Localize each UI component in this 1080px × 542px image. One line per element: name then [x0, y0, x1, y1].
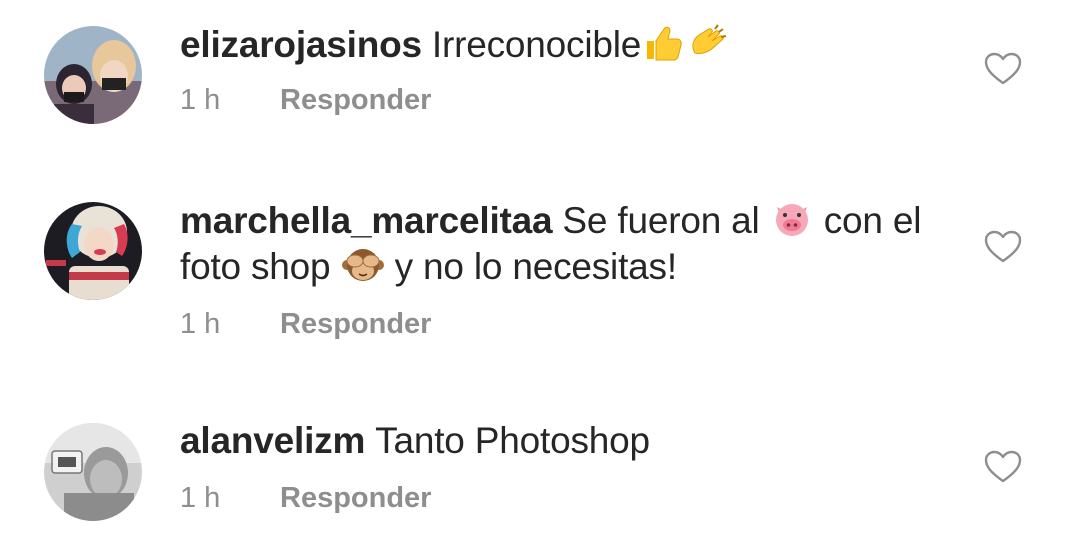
like-heart-icon[interactable]: [984, 52, 1022, 86]
comment-body: foto shop: [180, 246, 331, 287]
reply-button[interactable]: Responder: [280, 482, 431, 515]
like-heart-icon[interactable]: [984, 230, 1022, 264]
timestamp: 1 h: [180, 308, 221, 340]
comment-body: Irreconocible: [431, 24, 642, 65]
username-link[interactable]: alanvelizm: [180, 420, 365, 461]
avatar[interactable]: [44, 26, 142, 124]
pig-face-icon: [770, 199, 814, 239]
username-link[interactable]: elizarojasinos: [180, 24, 422, 65]
like-heart-icon[interactable]: [984, 450, 1022, 484]
comment-body: con el: [823, 200, 922, 241]
comment-body: Tanto Photoshop: [375, 420, 650, 461]
comment-body: Se fueron al: [562, 200, 760, 241]
timestamp: 1 h: [180, 84, 221, 116]
reply-button[interactable]: Responder: [280, 308, 431, 341]
clapping-hands-icon: [685, 23, 729, 63]
comment-body: y no lo necesitas!: [394, 246, 677, 287]
avatar[interactable]: [44, 202, 142, 300]
timestamp: 1 h: [180, 482, 221, 514]
avatar[interactable]: [44, 423, 142, 521]
thumbs-up-icon: [641, 23, 685, 63]
comment-meta: 1 h Responder: [180, 84, 431, 117]
see-no-evil-monkey-icon: [341, 245, 385, 285]
comment-meta: 1 h Responder: [180, 308, 431, 341]
comment-text: marchella_marcelitaa Se fueron al con el …: [180, 198, 950, 290]
username-link[interactable]: marchella_marcelitaa: [180, 200, 553, 241]
reply-button[interactable]: Responder: [280, 84, 431, 117]
comment-meta: 1 h Responder: [180, 482, 431, 515]
comment-text: alanvelizm Tanto Photoshop: [180, 418, 950, 464]
comment-text: elizarojasinos Irreconocible: [180, 22, 950, 68]
